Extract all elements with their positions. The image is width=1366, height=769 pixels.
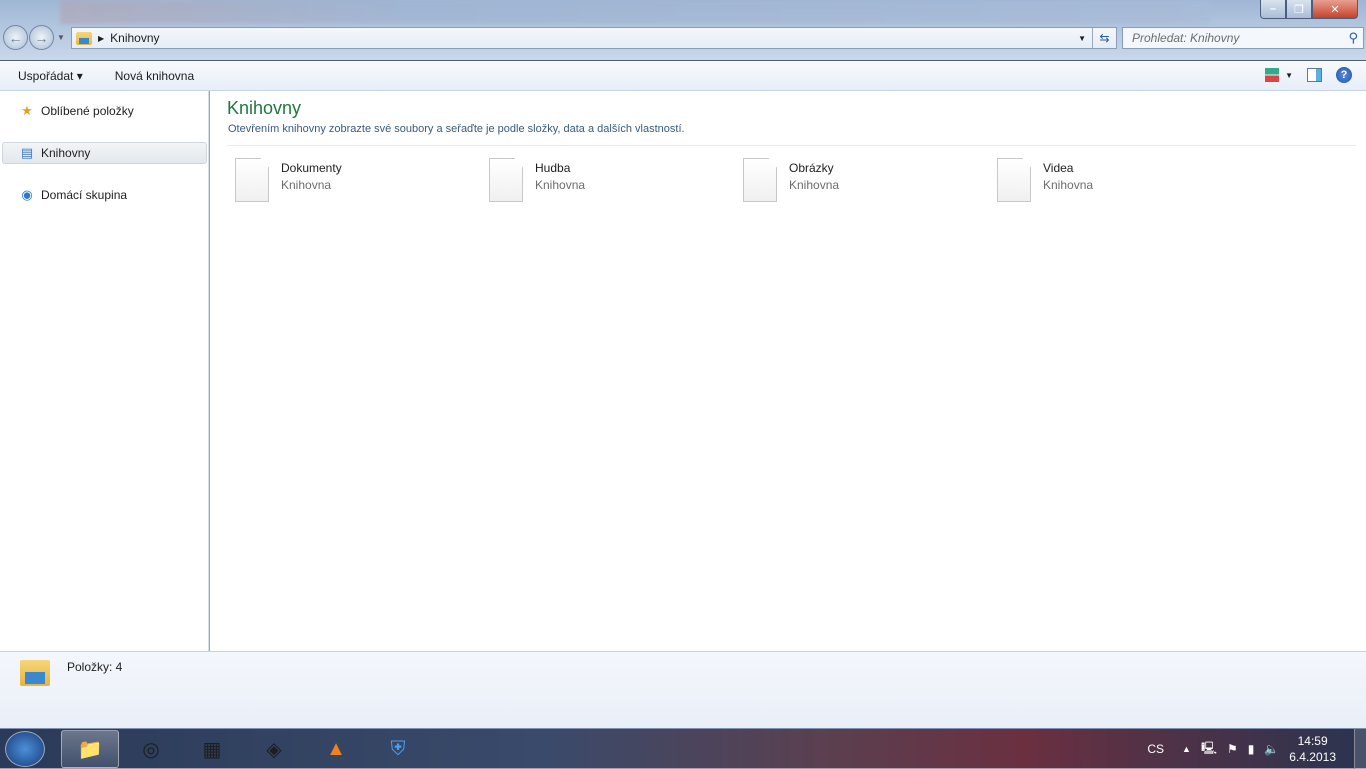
refresh-button[interactable]: ⇆ xyxy=(1092,28,1116,48)
library-name: Hudba xyxy=(535,161,571,175)
command-bar: Uspořádat ▾ Nová knihovna ▼ ? xyxy=(0,60,1366,91)
volume-icon[interactable]: 🔈 xyxy=(1264,742,1279,756)
breadcrumb[interactable]: Knihovny xyxy=(110,31,159,45)
item-count: Položky: 4 xyxy=(67,660,123,674)
libraries-folder-icon xyxy=(20,660,50,686)
libraries-icon: ▤ xyxy=(20,145,34,160)
forward-button[interactable]: → xyxy=(29,25,54,50)
app-icon: ◈ xyxy=(266,738,282,761)
taskbar-calculator[interactable]: ▦ xyxy=(183,730,241,768)
page-title: Knihovny xyxy=(227,98,302,118)
minimize-button[interactable]: – xyxy=(1260,0,1286,19)
clock[interactable]: 14:59 6.4.2013 xyxy=(1289,733,1336,765)
taskbar: 📁 ◎ ▦ ◈ ▲ ⛨ CS ▲ 🖳 ⚑ ▮ 🔈 14:59 6.4.2013 xyxy=(0,728,1366,769)
network-icon[interactable]: 🖳 xyxy=(1201,739,1217,760)
library-name: Videa xyxy=(1043,161,1074,175)
system-tray: CS ▲ 🖳 ⚑ ▮ 🔈 14:59 6.4.2013 xyxy=(1147,729,1366,769)
chrome-icon: ◎ xyxy=(142,738,160,761)
navigation: ← → ▼ xyxy=(3,25,65,50)
star-icon: ★ xyxy=(21,103,33,118)
library-item-videos[interactable]: Videa Knihovna xyxy=(997,158,1093,202)
taskbar-security[interactable]: ⛨ xyxy=(369,730,427,768)
breadcrumb-arrow-icon[interactable]: ▶ xyxy=(98,34,104,43)
close-button[interactable]: ✕ xyxy=(1312,0,1358,19)
library-type: Knihovna xyxy=(789,178,840,192)
document-icon xyxy=(235,158,269,202)
homegroup-icon: ◉ xyxy=(21,187,33,202)
taskbar-explorer[interactable]: 📁 xyxy=(61,730,119,768)
search-placeholder: Prohledat: Knihovny xyxy=(1132,31,1240,45)
page-subtitle: Otevřením knihovny zobrazte své soubory … xyxy=(228,123,685,135)
sidebar-item-homegroup[interactable]: ◉ Domácí skupina xyxy=(2,184,207,206)
title-bar: – ❐ ✕ ← → ▼ ▶ Knihovny ▼ ⇆ Prohledat: Kn… xyxy=(0,0,1366,60)
content-pane: Knihovny Otevřením knihovny zobrazte své… xyxy=(210,91,1366,651)
details-pane: Položky: 4 xyxy=(0,651,1366,728)
power-icon[interactable]: ▮ xyxy=(1248,742,1255,756)
document-icon xyxy=(489,158,523,202)
taskbar-chrome[interactable]: ◎ xyxy=(122,730,180,768)
view-dropdown-icon[interactable]: ▼ xyxy=(1285,71,1293,80)
start-button[interactable] xyxy=(5,731,45,767)
sidebar-item-label: Knihovny xyxy=(41,146,91,160)
background-blur xyxy=(60,0,1210,24)
action-center-icon[interactable]: ⚑ xyxy=(1227,742,1238,756)
sidebar-item-label: Domácí skupina xyxy=(41,188,128,202)
preview-pane-icon[interactable] xyxy=(1307,68,1322,82)
maximize-button[interactable]: ❐ xyxy=(1286,0,1312,19)
organize-button[interactable]: Uspořádat ▾ xyxy=(0,69,99,83)
help-icon[interactable]: ? xyxy=(1336,67,1352,83)
navigation-pane: ★ Oblíbené položky ▤ Knihovny ◉ Domácí s… xyxy=(0,91,209,651)
library-type: Knihovna xyxy=(281,178,332,192)
address-bar[interactable]: ▶ Knihovny ▼ ⇆ xyxy=(71,27,1117,49)
search-icon[interactable]: ⚲ xyxy=(1348,30,1358,46)
vlc-icon: ▲ xyxy=(326,737,346,760)
document-icon xyxy=(997,158,1031,202)
library-type: Knihovna xyxy=(535,178,586,192)
date: 6.4.2013 xyxy=(1289,750,1336,764)
time: 14:59 xyxy=(1297,734,1328,748)
back-button[interactable]: ← xyxy=(3,25,28,50)
calculator-icon: ▦ xyxy=(202,738,222,761)
recent-pages-dropdown[interactable]: ▼ xyxy=(57,33,65,42)
search-input[interactable]: Prohledat: Knihovny ⚲ xyxy=(1122,27,1364,49)
library-item-music[interactable]: Hudba Knihovna xyxy=(489,158,585,202)
show-desktop-button[interactable] xyxy=(1354,729,1366,769)
folder-icon: 📁 xyxy=(77,738,103,761)
taskbar-vlc[interactable]: ▲ xyxy=(307,730,365,768)
sidebar-item-label: Oblíbené položky xyxy=(41,104,134,118)
sidebar-item-favorites[interactable]: ★ Oblíbené položky xyxy=(2,100,207,122)
library-name: Dokumenty xyxy=(281,161,342,175)
library-item-pictures[interactable]: Obrázky Knihovna xyxy=(743,158,839,202)
divider xyxy=(227,145,1356,146)
library-item-documents[interactable]: Dokumenty Knihovna xyxy=(235,158,342,202)
language-indicator[interactable]: CS xyxy=(1147,742,1164,756)
taskbar-app[interactable]: ◈ xyxy=(245,730,303,768)
libraries-folder-icon xyxy=(76,31,92,45)
library-type: Knihovna xyxy=(1043,178,1094,192)
library-name: Obrázky xyxy=(789,161,834,175)
shield-icon: ⛨ xyxy=(390,737,406,760)
change-view-icon[interactable] xyxy=(1265,68,1280,82)
show-hidden-icons[interactable]: ▲ xyxy=(1182,744,1191,754)
address-dropdown-icon[interactable]: ▼ xyxy=(1078,34,1086,43)
document-icon xyxy=(743,158,777,202)
window-controls: – ❐ ✕ xyxy=(1260,0,1358,19)
sidebar-item-libraries[interactable]: ▤ Knihovny xyxy=(2,142,207,164)
new-library-button[interactable]: Nová knihovna xyxy=(99,69,210,83)
